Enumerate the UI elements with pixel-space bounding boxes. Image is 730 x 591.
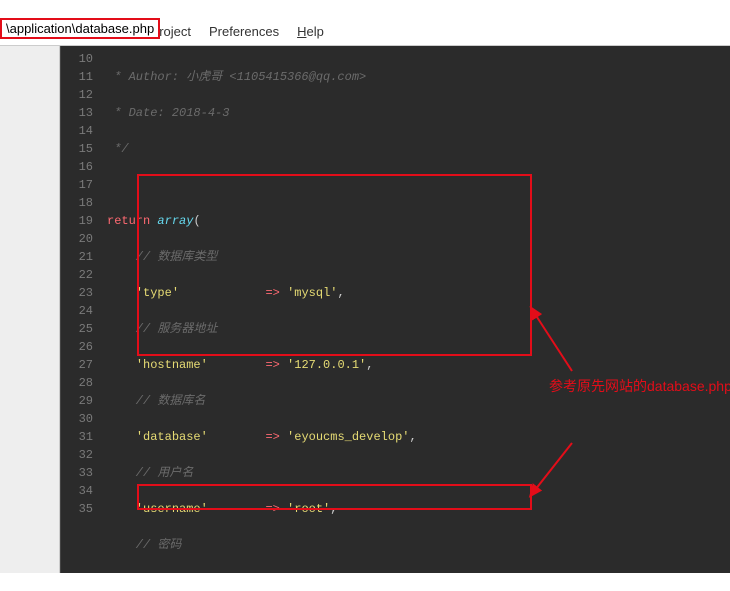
keyword-return: return bbox=[107, 214, 150, 228]
comment: */ bbox=[107, 142, 129, 156]
code-content[interactable]: * Author: 小虎哥 <1105415366@qq.com> * Date… bbox=[107, 46, 730, 573]
window-title-path: \application\database.php bbox=[0, 18, 160, 39]
code-pane: 101112 131415 161718 192021 222324 25262… bbox=[60, 46, 730, 573]
key-database: 'database' bbox=[136, 430, 208, 444]
val-username: 'root' bbox=[287, 502, 330, 516]
comment: * Author: 小虎哥 <1105415366@qq.com> bbox=[107, 70, 366, 84]
fn-array: array bbox=[157, 214, 193, 228]
comment: // 服务器地址 bbox=[107, 322, 217, 336]
annotation-text: 参考原先网站的database.php文件，对应修改这些地方成你空间的数据库连接… bbox=[549, 376, 730, 396]
menu-help[interactable]: Help bbox=[297, 24, 324, 39]
workspace: ◀ ▶ Index.php — wwwtest\.. Service.php f… bbox=[0, 45, 730, 573]
comment: // 数据库类型 bbox=[107, 250, 217, 264]
line-gutter: 101112 131415 161718 192021 222324 25262… bbox=[61, 46, 107, 573]
key-type: 'type' bbox=[136, 286, 179, 300]
comment: // 密码 bbox=[107, 538, 181, 552]
key-username: 'username' bbox=[136, 502, 208, 516]
val-database: 'eyoucms_develop' bbox=[287, 430, 409, 444]
val-type: 'mysql' bbox=[287, 286, 337, 300]
key-hostname: 'hostname' bbox=[136, 358, 208, 372]
comment: // 用户名 bbox=[107, 466, 193, 480]
val-hostname: '127.0.0.1' bbox=[287, 358, 366, 372]
editor-area: ◀ ▶ Index.php — wwwtest\.. Service.php f… bbox=[60, 46, 730, 573]
comment: * Date: 2018-4-3 bbox=[107, 106, 229, 120]
comment: // 数据库名 bbox=[107, 394, 205, 408]
menu-preferences[interactable]: Preferences bbox=[209, 24, 279, 39]
sidebar bbox=[0, 46, 60, 573]
